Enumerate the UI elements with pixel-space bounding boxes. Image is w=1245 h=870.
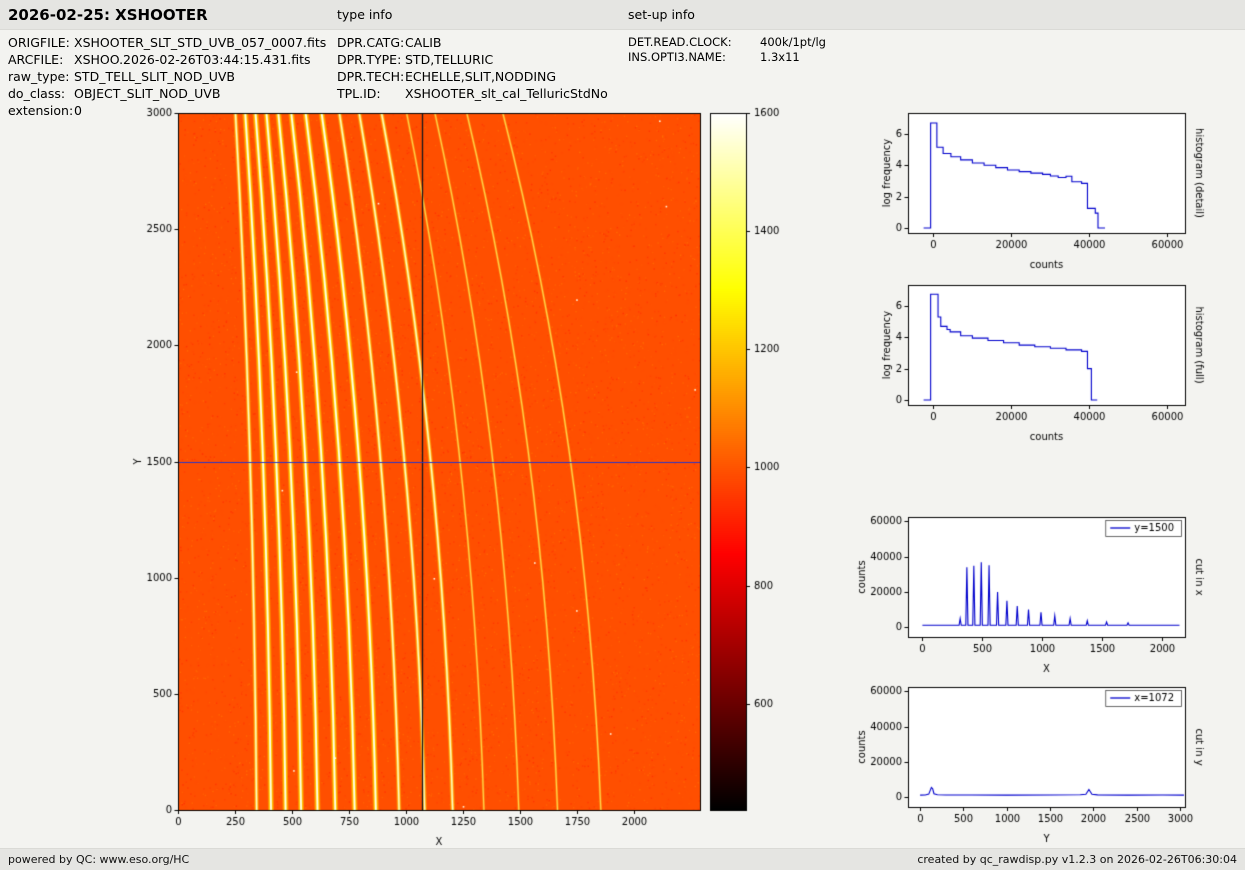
meta-row-dprtype: DPR.TYPE: STD,TELLURIC (337, 51, 608, 68)
meta-value: 0 (74, 103, 82, 118)
meta-row-origfile: ORIGFILE: XSHOOTER_SLT_STD_UVB_057_0007.f… (8, 34, 326, 51)
meta-label: ARCFILE: (8, 52, 64, 67)
meta-value: 1.3x11 (760, 49, 800, 64)
cut-in-y-plot (845, 674, 1245, 849)
type-info-heading: type info (337, 7, 393, 22)
meta-value: 400k/1pt/lg (760, 34, 826, 49)
meta-label: TPL.ID: (337, 86, 381, 101)
meta-label: DET.READ.CLOCK: (628, 34, 732, 49)
histogram-full-plot (845, 272, 1245, 447)
meta-label: do_class: (8, 86, 66, 101)
meta-value: ECHELLE,SLIT,NODDING (405, 69, 557, 84)
meta-label: DPR.CATG: (337, 35, 405, 50)
setup-info-block: DET.READ.CLOCK: 400k/1pt/lg INS.OPTI3.NAM… (628, 34, 826, 64)
meta-value: STD,TELLURIC (405, 52, 494, 67)
footer-right-text: created by qc_rawdisp.py v1.2.3 on 2026-… (917, 853, 1237, 866)
title-bar: 2026-02-25: XSHOOTER type info set-up in… (0, 0, 1245, 30)
meta-row-insopti3name: INS.OPTI3.NAME: 1.3x11 (628, 49, 826, 64)
page-title: 2026-02-25: XSHOOTER (8, 6, 208, 24)
meta-value: CALIB (405, 35, 442, 50)
meta-label: raw_type: (8, 69, 70, 84)
meta-label: DPR.TYPE: (337, 52, 402, 67)
meta-label: DPR.TECH: (337, 69, 405, 84)
meta-label: ORIGFILE: (8, 35, 70, 50)
qc-report-page: 2026-02-25: XSHOOTER type info set-up in… (0, 0, 1245, 870)
meta-label: INS.OPTI3.NAME: (628, 49, 726, 64)
raw-frame-image-plot (128, 100, 713, 848)
setup-info-heading: set-up info (628, 7, 695, 22)
histogram-detail-plot (845, 100, 1245, 275)
meta-row-dprcatg: DPR.CATG: CALIB (337, 34, 608, 51)
meta-label: extension: (8, 103, 74, 118)
type-info-block: DPR.CATG: CALIB DPR.TYPE: STD,TELLURIC DPR… (337, 34, 608, 102)
meta-row-arcfile: ARCFILE: XSHOO.2026-02-26T03:44:15.431.fi… (8, 51, 326, 68)
cut-in-x-plot (845, 504, 1245, 679)
meta-row-rawtype: raw_type: STD_TELL_SLIT_NOD_UVB (8, 68, 326, 85)
colorbar (700, 100, 810, 848)
footer-left-text: powered by QC: www.eso.org/HC (8, 853, 190, 866)
meta-value: STD_TELL_SLIT_NOD_UVB (74, 69, 235, 84)
meta-row-detreadclock: DET.READ.CLOCK: 400k/1pt/lg (628, 34, 826, 49)
meta-row-dprtech: DPR.TECH: ECHELLE,SLIT,NODDING (337, 68, 608, 85)
meta-value: XSHOOTER_slt_cal_TelluricStdNo (405, 86, 608, 101)
footer-bar: powered by QC: www.eso.org/HC created by… (0, 848, 1245, 870)
meta-value: OBJECT_SLIT_NOD_UVB (74, 86, 221, 101)
meta-value: XSHOO.2026-02-26T03:44:15.431.fits (74, 52, 311, 67)
meta-value: XSHOOTER_SLT_STD_UVB_057_0007.fits (74, 35, 327, 50)
